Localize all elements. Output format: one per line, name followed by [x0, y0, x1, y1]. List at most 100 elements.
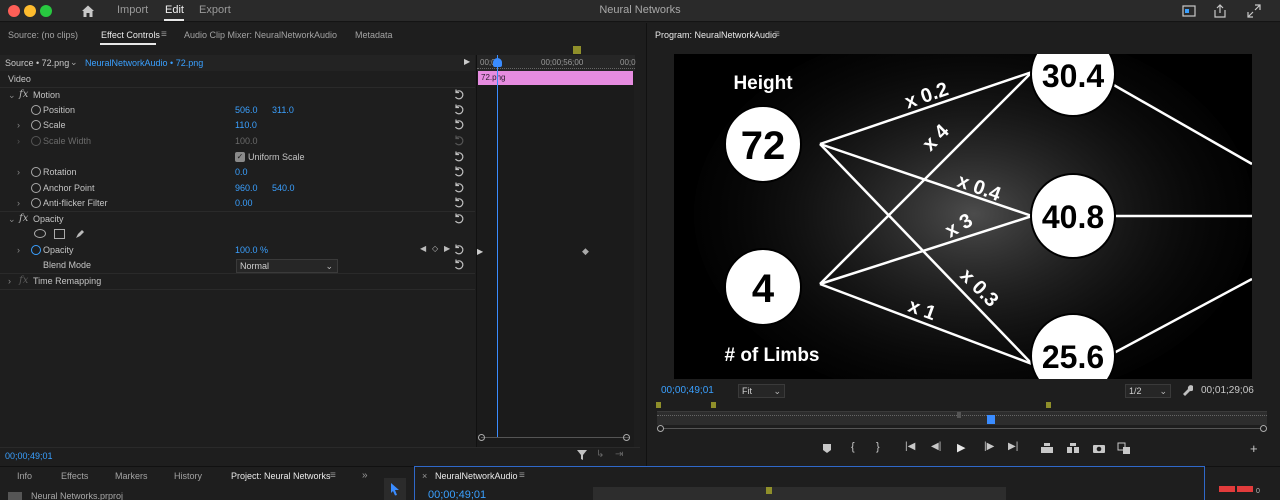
- tab-edit[interactable]: Edit: [165, 4, 184, 16]
- ec-timecode[interactable]: 00;00;49;01: [5, 451, 53, 461]
- more-panels-icon[interactable]: »: [362, 470, 368, 481]
- quick-export-icon[interactable]: [1181, 3, 1197, 19]
- program-scrub-bar[interactable]: [657, 411, 1267, 425]
- scroll-handle-left[interactable]: [478, 434, 485, 441]
- stopwatch-icon[interactable]: [31, 198, 41, 208]
- selection-tool-icon[interactable]: [389, 482, 401, 496]
- tab-markers[interactable]: Markers: [115, 471, 148, 481]
- panel-menu-icon[interactable]: ≡: [161, 29, 167, 40]
- scroll-handle-left[interactable]: [657, 425, 664, 432]
- render-icon[interactable]: ↳: [596, 449, 604, 460]
- zoom-scrollbar[interactable]: [481, 437, 629, 438]
- reset-icon[interactable]: [453, 166, 465, 178]
- sequence-timecode[interactable]: 00;00;49;01: [428, 489, 486, 500]
- program-monitor-title[interactable]: Program: NeuralNetworkAudio: [655, 30, 777, 40]
- minimize-window-button[interactable]: [24, 5, 36, 17]
- extract-icon[interactable]: [1066, 441, 1080, 455]
- marker-icon[interactable]: [1046, 402, 1051, 408]
- close-window-button[interactable]: [8, 5, 20, 17]
- tab-metadata[interactable]: Metadata: [355, 30, 393, 40]
- disclosure-closed-icon[interactable]: ›: [17, 167, 20, 177]
- rotation-value[interactable]: 0.0: [235, 167, 248, 177]
- keyframe-start-icon[interactable]: ▶: [477, 247, 483, 256]
- fx-toggle-icon[interactable]: fx: [19, 213, 28, 224]
- blend-mode-select[interactable]: Normal ⌄: [236, 259, 338, 273]
- playhead-handle[interactable]: [987, 415, 995, 424]
- clip-bar[interactable]: 72.png: [478, 71, 633, 85]
- go-to-out-icon[interactable]: ▶|: [1008, 441, 1022, 455]
- scale-value[interactable]: 110.0: [235, 120, 257, 130]
- fx-toggle-icon[interactable]: fx: [19, 89, 28, 100]
- stopwatch-icon[interactable]: [31, 167, 41, 177]
- project-file-name[interactable]: Neural Networks.prproj: [31, 491, 123, 500]
- reset-icon[interactable]: [453, 119, 465, 131]
- panel-menu-icon[interactable]: ≡: [519, 470, 525, 481]
- effect-controls-timeline[interactable]: 00;00 00;00;56;00 00;0 72.png ▶ ◆: [476, 46, 636, 451]
- scroll-handle-right[interactable]: [1260, 425, 1267, 432]
- marker-icon[interactable]: [656, 402, 661, 408]
- opacity-value[interactable]: 100.0 %: [235, 245, 268, 255]
- time-remapping-row[interactable]: › fx Time Remapping: [0, 274, 475, 289]
- tab-export[interactable]: Export: [199, 4, 231, 16]
- marker-icon[interactable]: [573, 46, 581, 54]
- stopwatch-icon[interactable]: [31, 183, 41, 193]
- reset-icon[interactable]: [453, 89, 465, 101]
- step-forward-icon[interactable]: |▶: [984, 441, 998, 455]
- tab-history[interactable]: History: [174, 471, 202, 481]
- ellipse-mask-icon[interactable]: [34, 229, 46, 238]
- motion-row[interactable]: ⌄ fx Motion: [0, 88, 475, 103]
- chevron-down-icon[interactable]: ⌄: [70, 57, 78, 68]
- stopwatch-active-icon[interactable]: [31, 245, 41, 255]
- reset-icon[interactable]: [453, 104, 465, 116]
- disclosure-closed-icon[interactable]: ›: [8, 276, 11, 286]
- program-video-frame[interactable]: Height 72 4 # of Limbs 30.4 40.8 25.6 x …: [674, 54, 1252, 379]
- add-marker-icon[interactable]: [820, 441, 834, 455]
- export-frame-icon[interactable]: ⇥: [615, 449, 623, 460]
- prev-keyframe-icon[interactable]: ◀: [420, 244, 426, 253]
- tab-effects[interactable]: Effects: [61, 471, 88, 481]
- rectangle-mask-icon[interactable]: [54, 229, 65, 239]
- reset-icon[interactable]: [453, 213, 465, 225]
- reset-icon[interactable]: [453, 151, 465, 163]
- tab-audio-clip-mixer[interactable]: Audio Clip Mixer: NeuralNetworkAudio: [184, 30, 337, 40]
- stopwatch-icon[interactable]: [31, 105, 41, 115]
- tab-effect-controls[interactable]: Effect Controls: [101, 30, 160, 40]
- home-icon[interactable]: [80, 3, 96, 19]
- disclosure-closed-icon[interactable]: ›: [17, 245, 20, 255]
- panel-menu-icon[interactable]: ≡: [330, 470, 336, 481]
- play-icon[interactable]: ▶: [957, 441, 971, 455]
- resolution-select[interactable]: 1/2 ⌄: [1125, 384, 1171, 398]
- wrench-icon[interactable]: [1181, 384, 1193, 396]
- next-keyframe-icon[interactable]: ▶: [444, 244, 450, 253]
- add-button-icon[interactable]: +: [1250, 441, 1264, 456]
- mark-in-icon[interactable]: {: [851, 441, 865, 455]
- program-current-timecode[interactable]: 00;00;49;01: [661, 385, 714, 396]
- scroll-handle-right[interactable]: [623, 434, 630, 441]
- position-x-value[interactable]: 506.0: [235, 105, 258, 115]
- stopwatch-icon[interactable]: [31, 120, 41, 130]
- mark-out-icon[interactable]: }: [876, 441, 890, 455]
- uniform-scale-checkbox[interactable]: ✓: [235, 152, 245, 162]
- anchor-x-value[interactable]: 960.0: [235, 183, 258, 193]
- comparison-view-icon[interactable]: [1117, 441, 1131, 455]
- zoom-window-button[interactable]: [40, 5, 52, 17]
- disclosure-open-icon[interactable]: ⌄: [8, 214, 16, 225]
- share-icon[interactable]: [1212, 3, 1228, 19]
- position-y-value[interactable]: 311.0: [272, 105, 294, 115]
- timeline-ruler[interactable]: [593, 487, 1006, 500]
- marker-icon[interactable]: [711, 402, 716, 408]
- step-back-icon[interactable]: ◀|: [931, 441, 945, 455]
- filter-icon[interactable]: [577, 450, 587, 460]
- tab-import[interactable]: Import: [117, 4, 148, 16]
- reset-icon[interactable]: [453, 182, 465, 194]
- disclosure-closed-icon[interactable]: ›: [17, 120, 20, 130]
- go-to-in-icon[interactable]: |◀: [905, 441, 919, 455]
- play-clip-icon[interactable]: ▶: [464, 57, 470, 66]
- close-sequence-icon[interactable]: ×: [422, 471, 427, 481]
- sequence-tab[interactable]: NeuralNetworkAudio: [435, 471, 518, 481]
- disclosure-open-icon[interactable]: ⌄: [8, 90, 16, 101]
- camera-icon[interactable]: [1092, 441, 1106, 455]
- lift-icon[interactable]: [1040, 441, 1054, 455]
- antiflicker-value[interactable]: 0.00: [235, 198, 253, 208]
- fit-select[interactable]: Fit ⌄: [738, 384, 785, 398]
